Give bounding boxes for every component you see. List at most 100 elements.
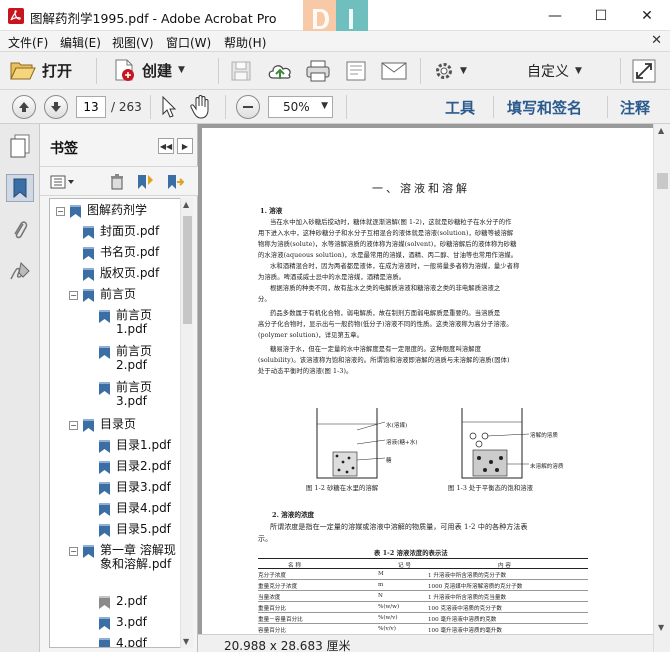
next-page-button[interactable] — [44, 95, 68, 119]
bookmark-label: 4.pdf — [116, 636, 147, 648]
figure-legend: 未溶解的溶质 — [530, 464, 564, 470]
main-toolbar: 打开 创建 ▼ ▼ 自定义 ▼ — [0, 51, 670, 90]
table-cell: 重量克分子浓度 — [258, 584, 298, 590]
menu-file[interactable]: 文件(F) — [8, 34, 48, 51]
bookmark-item[interactable]: 前言页 1.pdf — [98, 308, 178, 336]
signatures-panel-button[interactable] — [6, 258, 34, 286]
bookmark-item[interactable]: 目录3.pdf — [98, 480, 171, 496]
hand-tool-icon[interactable] — [190, 95, 212, 119]
hide-panel-button[interactable]: ▶ — [177, 138, 193, 154]
bookmark-item[interactable]: 4.pdf — [98, 636, 147, 648]
previous-page-button[interactable] — [12, 95, 36, 119]
collapse-toggle[interactable]: − — [69, 421, 78, 430]
table-cell: 100 毫升溶液中溶质的克数 — [428, 617, 497, 623]
page-view-icon[interactable] — [345, 60, 367, 82]
table-cell: 100 毫升溶液中溶质的毫升数 — [428, 628, 502, 634]
page-heading: 一、溶液和溶解 — [372, 182, 470, 195]
settings-button[interactable]: ▼ — [434, 61, 467, 81]
bookmark-item[interactable]: 书名页.pdf — [82, 245, 159, 261]
scroll-up-icon[interactable]: ▲ — [658, 126, 664, 135]
navigation-pane-rail — [0, 124, 40, 652]
options-menu-button[interactable] — [50, 174, 76, 190]
collapse-panel-button[interactable]: ◀◀ — [158, 138, 174, 154]
zoom-select[interactable]: 50% ▼ — [268, 96, 333, 118]
bookmark-label: 目录1.pdf — [116, 438, 171, 452]
bookmark-item[interactable]: 封面页.pdf — [82, 224, 159, 240]
delete-bookmark-button[interactable] — [108, 174, 126, 190]
bookmark-item[interactable]: 目录5.pdf — [98, 522, 171, 538]
bookmark-icon — [99, 524, 110, 537]
bookmark-scroll-thumb[interactable] — [183, 216, 192, 324]
bookmark-icon — [13, 178, 27, 198]
bookmark-item[interactable]: 目录4.pdf — [98, 501, 171, 517]
folder-open-icon — [10, 62, 36, 80]
minimize-button[interactable]: — — [532, 0, 578, 31]
page-total: / 263 — [111, 100, 142, 114]
bookmark-item[interactable]: 目录2.pdf — [98, 459, 171, 475]
table-title: 表 1-2 溶液浓度的表示法 — [374, 550, 448, 557]
bookmark-icon — [83, 419, 94, 432]
pages-panel-button[interactable] — [6, 132, 34, 160]
bookmark-item[interactable]: − 目录页 — [69, 417, 136, 433]
table-cell: 1 升溶液中所含溶质的克分子数 — [428, 573, 507, 579]
bookmark-item[interactable]: 2.pdf — [98, 594, 147, 610]
cloud-upload-icon[interactable] — [266, 60, 294, 82]
close-button[interactable]: ✕ — [624, 0, 670, 31]
bookmark-item[interactable]: 前言页 3.pdf — [98, 380, 178, 408]
document-scrollbar[interactable]: ▲ ▼ — [653, 124, 670, 652]
bookmark-item[interactable]: − 图解药剂学 — [56, 203, 147, 219]
bookmark-item[interactable]: 前言页 2.pdf — [98, 344, 178, 372]
table-cell: 容量百分比 — [258, 628, 286, 634]
close-document-button[interactable]: ✕ — [651, 33, 662, 48]
collapse-toggle[interactable]: − — [56, 207, 65, 216]
new-bookmark-button[interactable] — [136, 174, 154, 190]
table-header: 内 容 — [498, 563, 511, 569]
scroll-up-icon[interactable]: ▲ — [183, 200, 189, 209]
bookmark-item[interactable]: − 前言页 — [69, 287, 136, 303]
document-scroll-thumb[interactable] — [657, 173, 668, 189]
comment-link[interactable]: 注释 — [620, 97, 650, 118]
bookmark-item[interactable]: 3.pdf — [98, 615, 147, 631]
acrobat-app-icon[interactable] — [8, 8, 24, 24]
document-viewport[interactable]: 一、溶液和溶解 1. 溶液 当在水中加入砂糖后搅动时，糖体就逐渐溶解(图 1-2… — [198, 124, 653, 634]
attachments-panel-button[interactable] — [6, 216, 34, 244]
print-icon[interactable] — [305, 59, 331, 83]
bookmark-item[interactable]: 目录1.pdf — [98, 438, 171, 454]
customize-button[interactable]: 自定义 ▼ — [527, 61, 582, 81]
menu-help[interactable]: 帮助(H) — [224, 34, 266, 51]
arrow-down-icon — [51, 102, 61, 112]
expand-bookmark-button[interactable] — [166, 174, 184, 190]
bookmark-label: 前言页 1.pdf — [116, 308, 153, 336]
page-number-input[interactable] — [76, 96, 106, 118]
select-arrow-icon[interactable] — [160, 96, 178, 118]
bookmark-icon-gray — [99, 596, 110, 609]
scroll-down-icon[interactable]: ▼ — [658, 623, 664, 632]
create-button[interactable]: 创建 ▼ — [112, 58, 185, 82]
menu-window[interactable]: 窗口(W) — [166, 34, 211, 51]
bookmark-label: 2.pdf — [116, 594, 147, 608]
bookmark-label: 目录5.pdf — [116, 522, 171, 536]
bookmark-scrollbar[interactable]: ▲ ▼ — [180, 198, 193, 648]
collapse-toggle[interactable]: − — [69, 291, 78, 300]
bookmark-item[interactable]: − 第一章 溶解现象和溶解.pdf — [69, 543, 181, 571]
open-button[interactable]: 打开 — [10, 59, 72, 81]
bookmark-icon — [99, 440, 110, 453]
table-cell: 重量百分比 — [258, 606, 286, 612]
fill-sign-link[interactable]: 填写和签名 — [507, 97, 582, 118]
menu-edit[interactable]: 编辑(E) — [60, 34, 101, 51]
maximize-button[interactable]: ☐ — [578, 0, 624, 31]
scroll-down-icon[interactable]: ▼ — [183, 637, 189, 646]
collapse-toggle[interactable]: − — [69, 547, 78, 556]
table-cell: %(w/v) — [378, 615, 398, 621]
toolbar-separator — [150, 95, 151, 119]
tools-link[interactable]: 工具 — [445, 97, 475, 118]
fullscreen-icon[interactable] — [632, 59, 656, 83]
signature-icon — [10, 261, 30, 280]
menu-view[interactable]: 视图(V) — [112, 34, 154, 51]
text-line: 糖易溶于水，但在一定量的水中溶解度是有一定限度的。这种限度叫溶解度 — [270, 346, 482, 353]
email-icon[interactable] — [381, 62, 407, 80]
zoom-out-button[interactable] — [236, 95, 260, 119]
bookmark-item[interactable]: 版权页.pdf — [82, 266, 159, 282]
bookmarks-panel-button[interactable] — [6, 174, 34, 202]
save-icon[interactable] — [230, 60, 252, 82]
